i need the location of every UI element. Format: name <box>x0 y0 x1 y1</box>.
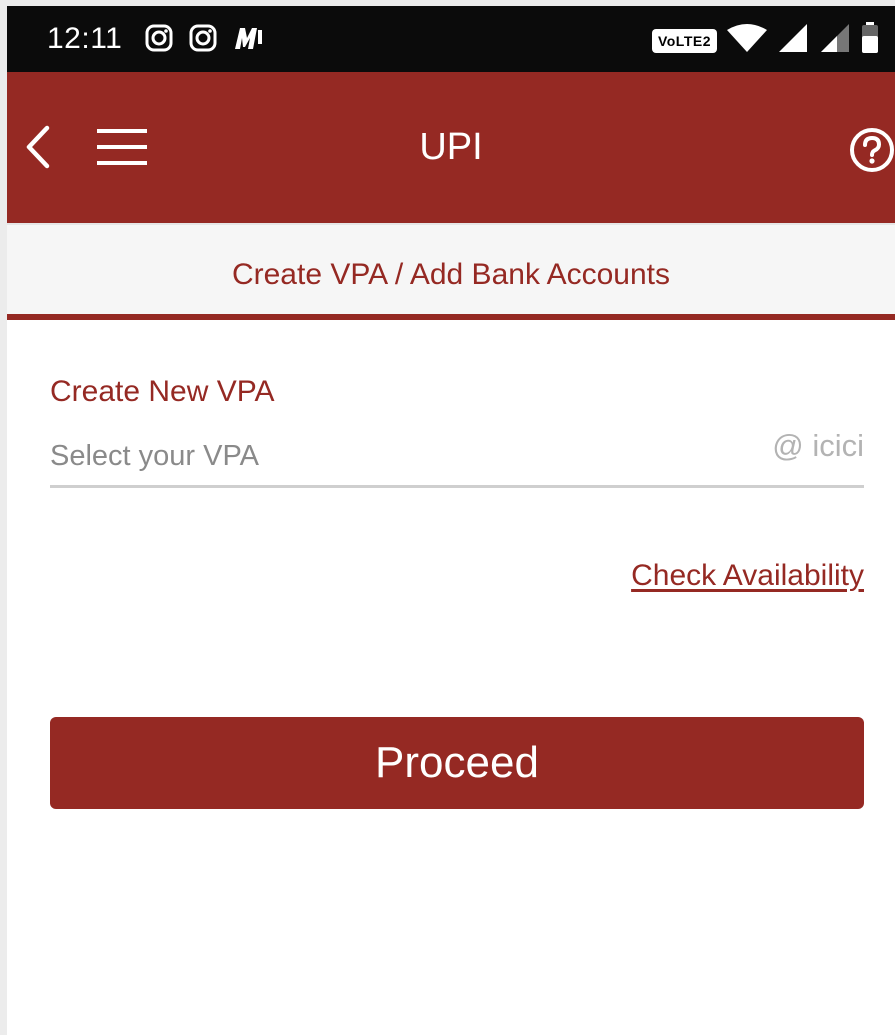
instagram-icon <box>145 24 173 57</box>
app-bar: UPI <box>7 72 895 223</box>
system-status-icons: VoLTE2 <box>651 22 879 59</box>
help-button[interactable] <box>849 127 895 173</box>
instagram-icon <box>189 24 217 57</box>
vpa-input[interactable] <box>50 434 730 478</box>
battery-icon <box>861 22 879 59</box>
question-circle-icon <box>850 128 894 172</box>
status-bar: 12:11 VoLTE2 <box>7 6 895 72</box>
page-title: UPI <box>419 126 483 168</box>
cell-signal-icon <box>777 22 809 59</box>
cell-signal-icon <box>819 22 851 59</box>
status-time: 12:11 <box>47 22 123 55</box>
tab-create-vpa[interactable]: Create VPA / Add Bank Accounts <box>7 223 895 320</box>
vpa-suffix: @ icici <box>772 428 864 463</box>
tab-label: Create VPA / Add Bank Accounts <box>231 258 671 291</box>
proceed-button[interactable]: Proceed <box>50 717 864 809</box>
create-vpa-label: Create New VPA <box>50 375 275 408</box>
wifi-icon <box>727 22 767 59</box>
vpa-field: @ icici <box>50 426 864 488</box>
app-screen: 12:11 VoLTE2 UPI Create VPA / Add Bank A… <box>0 0 895 1035</box>
check-availability-link[interactable]: Check Availability <box>631 557 864 595</box>
volte-badge: VoLTE2 <box>651 28 717 53</box>
notification-icons <box>145 24 265 57</box>
mi-app-icon <box>233 24 265 57</box>
